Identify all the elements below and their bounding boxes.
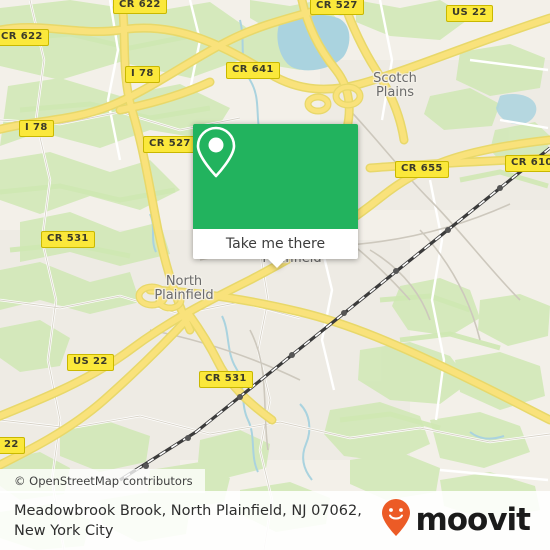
moovit-pin-icon xyxy=(381,498,411,543)
shield-cr-622-left[interactable]: CR 622 xyxy=(0,29,49,46)
osm-attribution[interactable]: © OpenStreetMap contributors xyxy=(0,469,205,493)
moovit-wordmark: moovit xyxy=(415,502,531,538)
map-vector-layer xyxy=(0,0,550,550)
shield-i-78-left[interactable]: I 78 xyxy=(19,120,54,137)
map-canvas[interactable]: Scotch Plains Plainfield North Plainfiel… xyxy=(0,0,550,550)
shield-us-22-mid[interactable]: US 22 xyxy=(67,354,114,371)
shield-cr-655[interactable]: CR 655 xyxy=(395,161,449,178)
shield-cr-531-left[interactable]: CR 531 xyxy=(41,231,95,248)
shield-cr-610[interactable]: CR 610 xyxy=(505,155,550,172)
shield-cr-622-top[interactable]: CR 622 xyxy=(113,0,167,14)
osm-attribution-text: © OpenStreetMap contributors xyxy=(14,474,193,488)
location-popup[interactable]: Take me there xyxy=(193,124,358,268)
moovit-map-screenshot: Scotch Plains Plainfield North Plainfiel… xyxy=(0,0,550,550)
moovit-logo[interactable]: moovit xyxy=(381,498,531,543)
address-line-2: New York City xyxy=(14,522,114,539)
take-me-there-label: Take me there xyxy=(225,236,326,252)
shield-cr-531-low[interactable]: CR 531 xyxy=(199,371,253,388)
shield-cr-641[interactable]: CR 641 xyxy=(226,62,280,79)
shield-us-22-top[interactable]: US 22 xyxy=(446,5,493,22)
shield-22-corner[interactable]: 22 xyxy=(0,437,25,454)
shield-cr-527-top[interactable]: CR 527 xyxy=(310,0,364,15)
popup-tail xyxy=(268,259,286,268)
popup-header xyxy=(193,124,358,229)
shield-i-78-upper[interactable]: I 78 xyxy=(125,66,160,83)
address-block: Meadowbrook Brook, North Plainfield, NJ … xyxy=(14,501,381,541)
address-line-1: Meadowbrook Brook, North Plainfield, NJ … xyxy=(14,502,362,519)
take-me-there-button[interactable]: Take me there xyxy=(193,229,358,259)
shield-cr-527-mid[interactable]: CR 527 xyxy=(143,136,197,153)
footer-bar: Meadowbrook Brook, North Plainfield, NJ … xyxy=(0,491,550,550)
